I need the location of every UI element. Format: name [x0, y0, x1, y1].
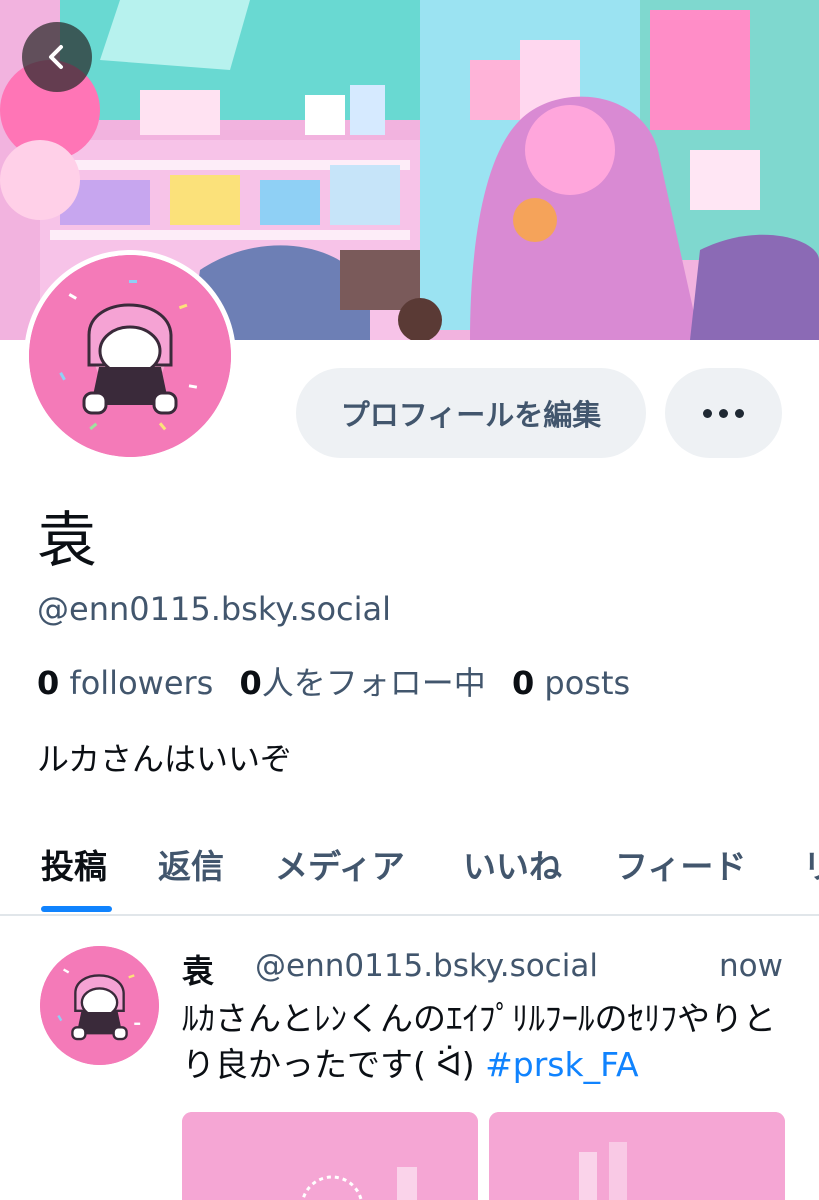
chevron-left-icon: [49, 45, 63, 69]
followers-stat[interactable]: 0 followers: [37, 664, 213, 702]
post-image-art: [182, 1112, 478, 1200]
posts-stat: 0 posts: [511, 664, 631, 702]
following-stat[interactable]: 0人をフォロー中: [240, 664, 486, 702]
avatar-image: [29, 255, 231, 457]
post-text: ﾙｶさんとﾚﾝくんのｴｲﾌﾟﾘﾙﾌｰﾙのｾﾘﾌやりとり良かったです( ᐛ) #p…: [182, 996, 792, 1088]
profile-avatar[interactable]: [24, 250, 236, 462]
tab-posts[interactable]: 投稿: [41, 840, 107, 888]
post-author-name[interactable]: 袁: [182, 946, 214, 992]
active-tab-indicator: [41, 906, 112, 912]
post-image-1[interactable]: [182, 1112, 478, 1200]
tab-feeds[interactable]: フィード: [615, 840, 746, 888]
profile-handle: @enn0115.bsky.social: [37, 590, 392, 628]
post-image-art: [489, 1112, 785, 1200]
display-name: 袁: [37, 506, 97, 576]
profile-stats: 0 followers 0人をフォロー中 0 posts: [37, 658, 646, 704]
tab-media[interactable]: メディア: [275, 840, 405, 888]
ellipsis-icon: [703, 408, 712, 418]
post-body: ﾙｶさんとﾚﾝくんのｴｲﾌﾟﾘﾙﾌｰﾙのｾﾘﾌやりとり良かったです( ᐛ): [182, 999, 776, 1084]
profile-tabs: 投稿 返信 メディア いいね フィード リ: [0, 830, 819, 916]
more-options-button[interactable]: [665, 368, 782, 458]
tab-likes[interactable]: いいね: [463, 840, 562, 888]
post-author-avatar[interactable]: [40, 946, 159, 1065]
tab-lists[interactable]: リ: [803, 840, 819, 888]
profile-bio: ルカさんはいいぞ: [37, 740, 293, 778]
post-image-2[interactable]: [489, 1112, 785, 1200]
post-hashtag[interactable]: #prsk_FA: [485, 1045, 639, 1084]
post-author-handle[interactable]: @enn0115.bsky.social: [255, 948, 598, 984]
tab-replies[interactable]: 返信: [158, 840, 224, 888]
avatar-image: [40, 946, 159, 1065]
edit-profile-button[interactable]: プロフィールを編集: [296, 368, 646, 458]
back-button[interactable]: [22, 22, 92, 92]
post-timestamp: now: [719, 948, 783, 984]
